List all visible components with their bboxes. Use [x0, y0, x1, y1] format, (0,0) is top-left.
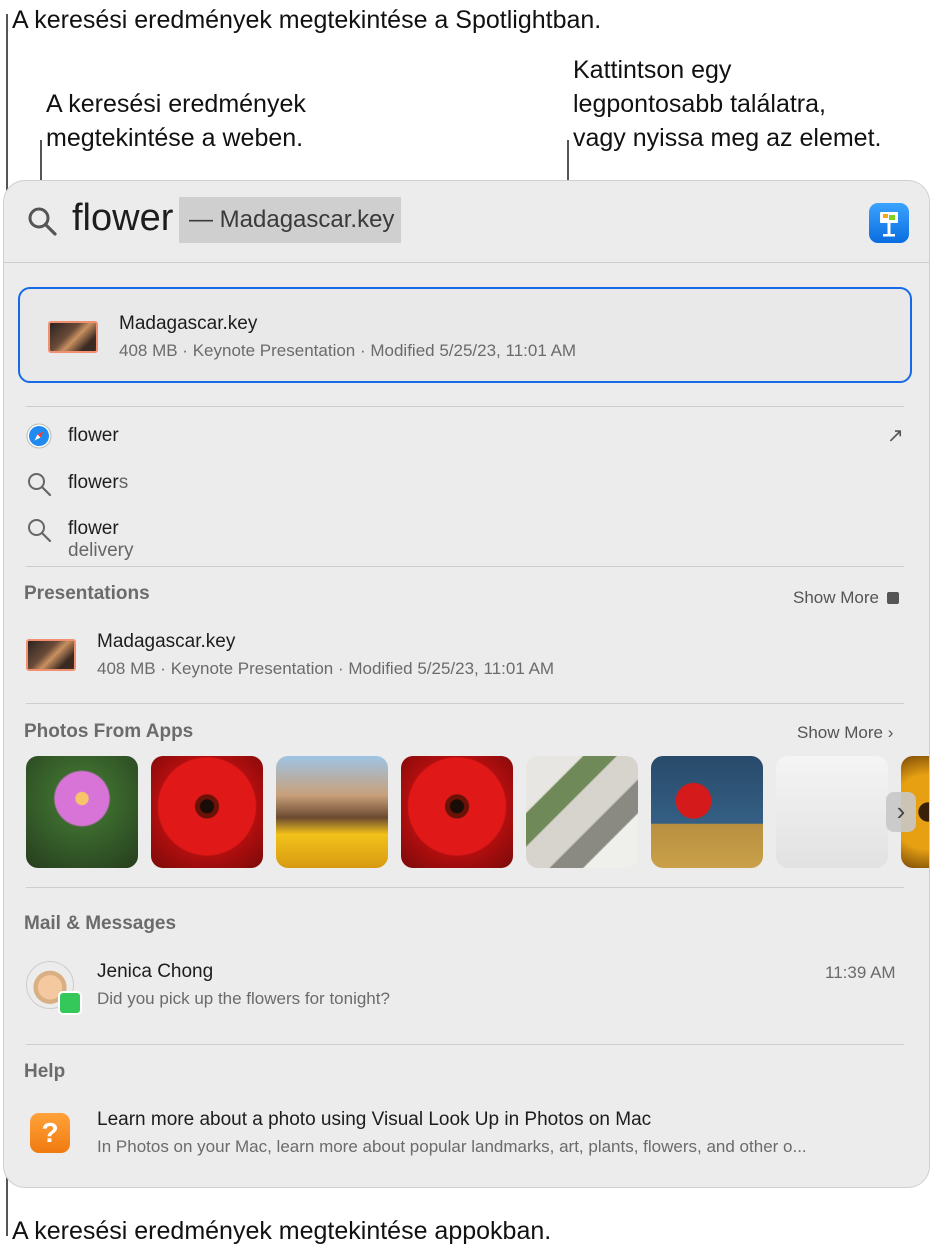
photo-thumbnail[interactable]: [776, 756, 888, 868]
top-hit[interactable]: Madagascar.key 408 MB · Keynote Presenta…: [18, 287, 912, 383]
callout-web-line1: A keresési eredmények: [46, 90, 306, 118]
photo-thumbnail[interactable]: [651, 756, 763, 868]
photos-show-more-button[interactable]: Show More ›: [797, 723, 893, 743]
section-header-presentations: Presentations: [24, 583, 150, 604]
photo-thumbnail[interactable]: [26, 756, 138, 868]
message-preview: Did you pick up the flowers for tonight?: [97, 989, 390, 1008]
suggestion-typed: flower: [68, 518, 119, 539]
search-input[interactable]: flower: [72, 197, 173, 240]
chevron-right-icon[interactable]: ›: [886, 792, 916, 832]
presentation-title: Madagascar.key: [97, 631, 236, 652]
help-result[interactable]: ? Learn more about a photo using Visual …: [24, 1105, 904, 1165]
help-icon: ?: [30, 1113, 70, 1153]
top-hit-detail: 408 MB · Keynote Presentation · Modified…: [119, 341, 577, 360]
divider: [26, 887, 904, 888]
spotlight-panel: flower — Madagascar.key Madagascar.key 4…: [3, 180, 930, 1188]
message-result[interactable]: Jenica Chong 11:39 AM Did you pick up th…: [24, 957, 904, 1017]
suggestion-text: flower: [68, 425, 119, 447]
search-icon: [28, 473, 52, 497]
help-detail: In Photos on your Mac, learn more about …: [97, 1137, 807, 1156]
search-icon: [28, 519, 52, 543]
show-more-icon: [886, 592, 899, 604]
search-divider: [4, 262, 929, 263]
section-header-help: Help: [24, 1061, 66, 1082]
search-completion: — Madagascar.key: [179, 197, 401, 243]
keynote-file-thumbnail: [48, 321, 98, 353]
message-sender: Jenica Chong: [97, 961, 214, 982]
photo-thumbnail[interactable]: [151, 756, 263, 868]
divider: [26, 566, 904, 567]
callout-web-line2: megtekintése a weben.: [46, 124, 304, 152]
divider: [26, 1044, 904, 1045]
presentation-result[interactable]: Madagascar.key 408 MB · Keynote Presenta…: [24, 625, 904, 683]
presentation-detail: 408 MB · Keynote Presentation · Modified…: [97, 659, 555, 678]
open-arrow-icon[interactable]: ↗: [887, 423, 904, 448]
divider: [26, 406, 904, 407]
messages-icon: [58, 991, 82, 1015]
help-title: Learn more about a photo using Visual Lo…: [97, 1109, 652, 1130]
callout-top-line3: vagy nyissa meg az elemet.: [573, 124, 882, 152]
safari-icon: [26, 423, 52, 449]
section-header-mail: Mail & Messages: [24, 913, 177, 934]
message-time: 11:39 AM: [825, 963, 896, 982]
keynote-file-thumbnail: [26, 639, 76, 671]
suggestion-rest: s: [118, 472, 129, 493]
top-hit-title: Madagascar.key: [119, 313, 258, 334]
suggestion-typed: flower: [68, 425, 119, 446]
search-icon: [28, 207, 57, 236]
suggestion-text: flower delivery: [68, 518, 133, 562]
section-header-photos: Photos From Apps: [24, 721, 194, 742]
show-more-label: Show More: [793, 588, 879, 607]
photo-thumbnail[interactable]: [526, 756, 638, 868]
photo-thumbnail[interactable]: [401, 756, 513, 868]
callout-spotlight: A keresési eredmények megtekintése a Spo…: [12, 6, 602, 34]
divider: [26, 703, 904, 704]
suggestion-typed: flower: [68, 472, 119, 493]
keynote-icon[interactable]: [869, 203, 909, 243]
callout-apps: A keresési eredmények megtekintése appok…: [12, 1217, 552, 1245]
callout-top-line1: Kattintson egy: [573, 56, 732, 84]
suggestion-text: flowers: [68, 472, 128, 494]
photo-thumbnail[interactable]: [276, 756, 388, 868]
presentations-show-more-button[interactable]: Show More: [793, 588, 899, 608]
suggestion-rest: delivery: [68, 540, 134, 561]
callout-top-line2: legpontosabb találatra,: [573, 90, 826, 118]
